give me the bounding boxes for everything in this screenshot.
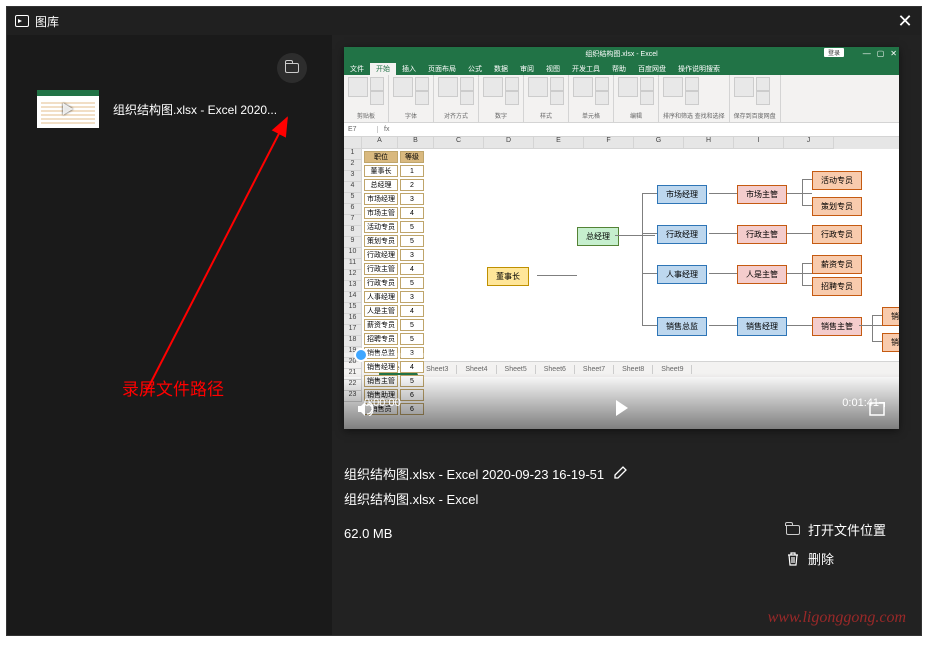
play-icon [63,103,73,115]
video-progress[interactable] [344,353,899,357]
play-button[interactable] [614,400,630,421]
window-title: 图库 [35,13,59,30]
file-name-short: 组织结构图.xlsx - Excel [344,489,478,508]
annotation-arrow [82,110,322,400]
excel-grid: 1234567891011121314151617181920212223 AB… [344,137,899,361]
excel-formula-bar: E7fx [344,123,899,137]
titlebar: 图库 [7,7,921,35]
trash-icon [786,552,800,566]
file-size: 62.0 MB [344,526,392,541]
volume-button[interactable] [358,402,376,421]
excel-ribbon: 剪贴板字体对齐方式数字样式单元格编辑排序和筛选 查找和选择保存到百度网盘 [344,75,899,123]
file-actions: 打开文件位置 删除 [786,520,886,578]
open-folder-button[interactable] [277,53,307,83]
folder-icon [285,63,299,73]
delete-button[interactable]: 删除 [786,549,886,568]
close-button[interactable]: ✕ [895,11,915,32]
thumbnail-item[interactable]: 组织结构图.xlsx - Excel 2020... [37,90,277,128]
fullscreen-button[interactable] [869,402,885,421]
annotation-label: 录屏文件路径 [122,375,224,400]
main-panel: 组织结构图.xlsx - Excel 登录 —▢✕ 文件开始插入页面布局公式数据… [332,35,921,635]
thumbnail-label: 组织结构图.xlsx - Excel 2020... [113,101,277,118]
excel-titlebar: 组织结构图.xlsx - Excel 登录 —▢✕ [344,47,899,61]
video-thumbnail [37,90,99,128]
file-name-full: 组织结构图.xlsx - Excel 2020-09-23 16-19-51 [344,464,604,483]
sidebar: 组织结构图.xlsx - Excel 2020... 录屏文件路径 [7,35,332,635]
rename-button[interactable] [614,465,628,482]
gallery-icon [15,15,29,27]
excel-login: 登录 [824,48,844,57]
watermark: www.ligonggong.com [768,609,906,627]
excel-window-controls: —▢✕ [863,49,897,58]
folder-icon [786,525,800,535]
progress-handle[interactable] [354,348,368,362]
video-player[interactable]: 组织结构图.xlsx - Excel 登录 —▢✕ 文件开始插入页面布局公式数据… [344,47,899,429]
excel-ribbon-tabs: 文件开始插入页面布局公式数据审阅视图开发工具帮助百度网盘操作说明搜索 [344,61,899,75]
open-location-button[interactable]: 打开文件位置 [786,520,886,539]
